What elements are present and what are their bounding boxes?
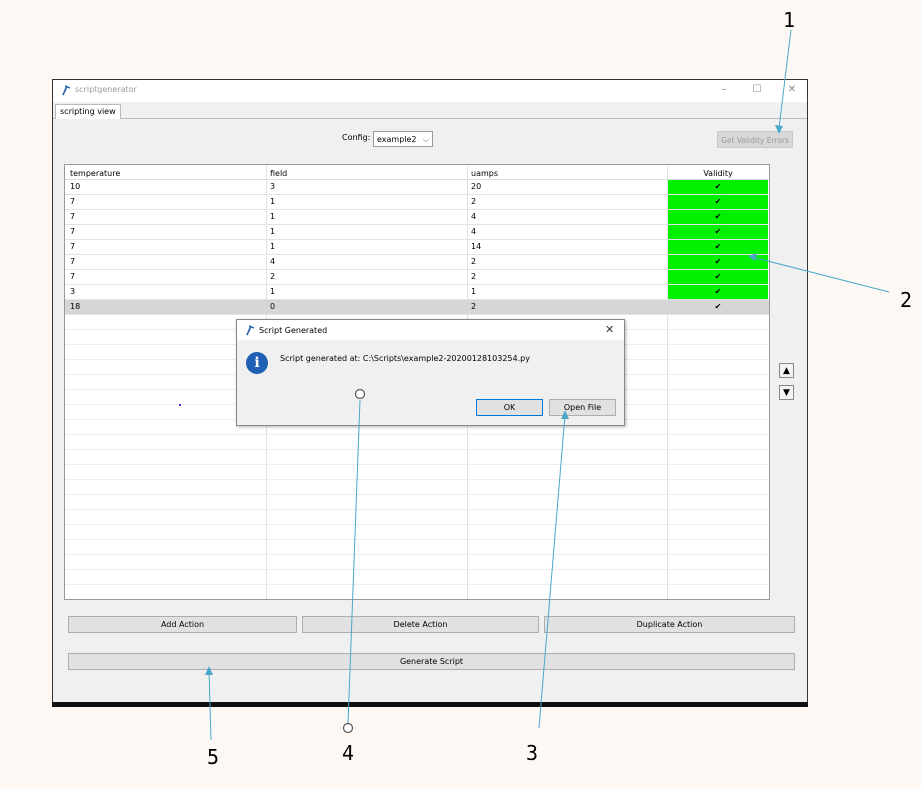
callout-arrowhead	[561, 410, 569, 419]
callout-line-5	[208, 669, 212, 741]
callout-number-2: 2	[900, 288, 913, 312]
callout-line-3	[538, 414, 566, 729]
callout-endpoint-marker	[354, 388, 366, 400]
callout-number-4: 4	[342, 741, 355, 765]
callout-line-1	[778, 29, 792, 129]
callout-arrowhead	[775, 125, 783, 134]
callout-number-5: 5	[207, 745, 220, 769]
callout-number-1: 1	[783, 8, 796, 32]
callout-arrowhead	[205, 666, 213, 675]
callout-number-3: 3	[526, 741, 539, 765]
callout-line-2	[751, 256, 890, 293]
callout-endpoint-marker	[342, 722, 354, 734]
cursor-dot	[179, 404, 181, 406]
annotation-overlay	[179, 29, 890, 741]
callout-arrowhead	[748, 253, 757, 261]
callout-line-4	[347, 399, 361, 725]
